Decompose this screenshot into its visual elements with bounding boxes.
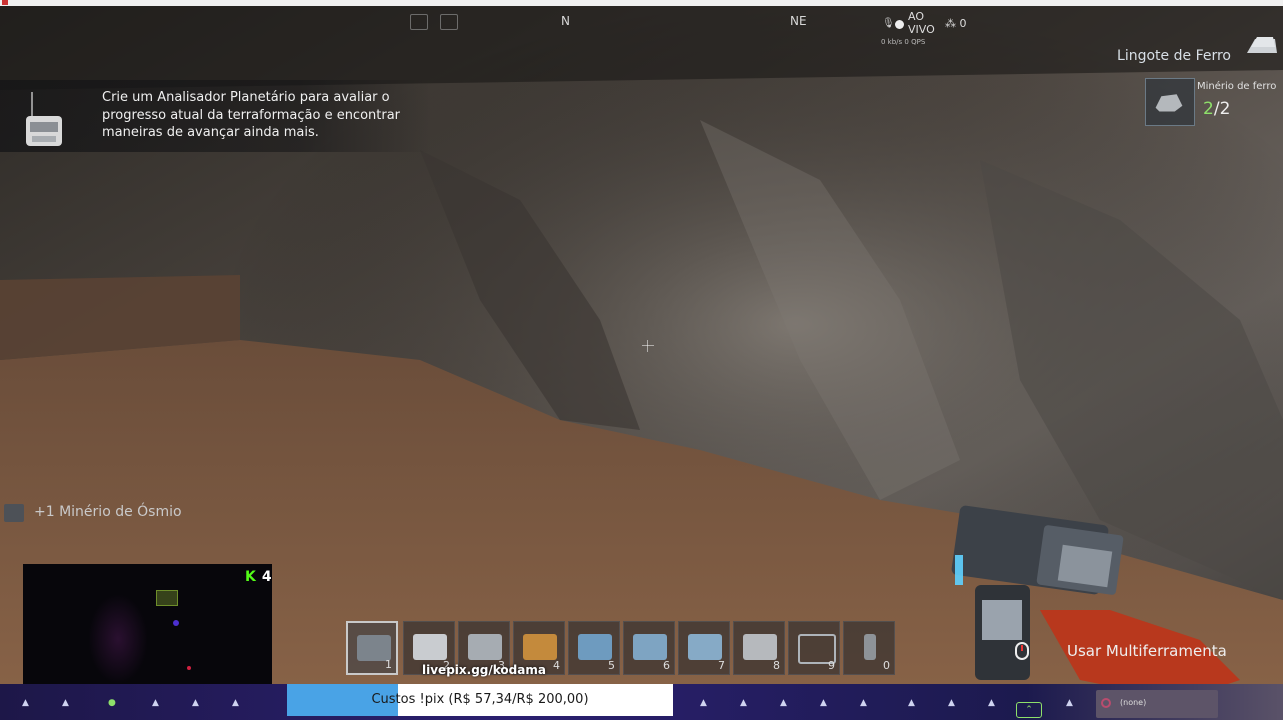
chevron-up-button[interactable]: ⌃ [1016, 702, 1042, 718]
kick-icon: K [245, 569, 256, 585]
compass-bar: N NE [400, 10, 860, 34]
iron-ingot-icon [1247, 37, 1277, 53]
kick-viewers: K4 [245, 569, 272, 585]
stream-stats: 0 kb/s 0 QPS [881, 38, 926, 46]
scene-selector[interactable]: (none) [1096, 690, 1218, 718]
viewers-icon: ⁂ [945, 17, 956, 30]
window-titlebar [0, 0, 1283, 6]
arrow-up-icon: ▲ [780, 698, 787, 708]
eye-icon [1101, 698, 1111, 708]
arrow-up-icon: ▲ [152, 698, 159, 708]
arrow-up-icon: ▲ [820, 698, 827, 708]
iron-ore-slot [1145, 78, 1195, 126]
arrow-up-icon: ▲ [192, 698, 199, 708]
scan-icon [440, 14, 458, 30]
hotbar-slot-6[interactable]: 6 [623, 621, 675, 675]
donation-goal-bar: Custos !pix (R$ 57,34/R$ 200,00) [287, 684, 673, 716]
craft-target-title: Lingote de Ferro [1117, 48, 1231, 64]
arrow-up-icon: ▲ [740, 698, 747, 708]
slot-number: 8 [773, 659, 780, 672]
donation-goal-text: Custos !pix (R$ 57,34/R$ 200,00) [371, 692, 589, 707]
hotbar-slot-7[interactable]: 7 [678, 621, 730, 675]
streamer-silhouette [88, 594, 148, 684]
crosshair-icon [642, 340, 654, 352]
objective-text: Crie um Analisador Planetário para avali… [102, 90, 401, 140]
live-label-2: VIVO [908, 23, 935, 36]
arrow-up-icon: ▲ [232, 698, 239, 708]
webcam-light [156, 590, 178, 606]
hotbar-slot-5[interactable]: 5 [568, 621, 620, 675]
requirement-have: 2 [1203, 99, 1214, 119]
compass-northeast: NE [790, 14, 807, 28]
tool-hint-text: Usar Multiferramenta [1067, 642, 1227, 660]
webcam-led-red [187, 666, 191, 670]
requirement-name: Minério de ferro [1197, 81, 1277, 92]
iron-ore-icon [1155, 94, 1183, 112]
live-label-1: AO [908, 10, 924, 23]
pickup-text: +1 Minério de Ósmio [34, 504, 182, 520]
compass-north: N [561, 14, 570, 28]
crafter-icon [743, 634, 777, 660]
planetary-analyzer-icon [26, 92, 62, 146]
battery-icon [688, 634, 722, 660]
slot-number: 4 [553, 659, 560, 672]
dot-icon: ● [108, 698, 116, 708]
lamp-icon [523, 634, 557, 660]
generator-icon [633, 634, 667, 660]
arrow-up-icon: ▲ [22, 698, 29, 708]
requirement-need: 2 [1219, 99, 1231, 119]
osmium-ore-icon [4, 504, 24, 522]
arrow-up-icon: ▲ [948, 698, 955, 708]
mouse-icon [1015, 642, 1029, 660]
stream-viewer-count: 0 [959, 17, 967, 30]
slot-number: 0 [883, 659, 890, 672]
hotbar-slot-9[interactable]: 9 [788, 621, 840, 675]
drill-icon [413, 634, 447, 660]
arrow-up-icon: ▲ [908, 698, 915, 708]
arrow-up-icon: ▲ [62, 698, 69, 708]
livepix-link: livepix.gg/kodama [422, 663, 546, 677]
heater-icon [468, 634, 502, 660]
live-label: AO VIVO [908, 10, 935, 36]
scene-selector-label: (none) [1120, 698, 1147, 707]
requirement-count: 2/2 [1203, 99, 1230, 119]
webcam-led [173, 620, 179, 626]
arrow-up-icon: ▲ [860, 698, 867, 708]
arrow-up-icon: ▲ [1066, 698, 1073, 708]
slot-number: 6 [663, 659, 670, 672]
stream-status: 🎙 AO VIVO 0 kb/s 0 QPS [880, 10, 970, 50]
microphone-icon: 🎙 [882, 18, 895, 29]
slot-number: 1 [385, 658, 392, 671]
hotbar-slot-8[interactable]: 8 [733, 621, 785, 675]
stream-viewers: ⁂ 0 [945, 17, 967, 30]
slot-number: 5 [608, 659, 615, 672]
container-icon [578, 634, 612, 660]
webcam-overlay: K4 [23, 564, 272, 704]
kick-viewer-count: 4 [261, 569, 272, 585]
slot-number: 7 [718, 659, 725, 672]
hotbar-slot-1[interactable]: 1 [346, 621, 398, 675]
arrow-up-icon: ▲ [988, 698, 995, 708]
slot-number: 9 [828, 659, 835, 672]
arrow-up-icon: ▲ [700, 698, 707, 708]
map-icon [410, 14, 428, 30]
hotbar-slot-0[interactable]: 0 [843, 621, 895, 675]
beacon-icon [864, 634, 876, 660]
objective-panel: Crie um Analisador Planetário para avali… [0, 80, 430, 152]
record-icon [895, 20, 904, 29]
app-icon [2, 0, 8, 5]
